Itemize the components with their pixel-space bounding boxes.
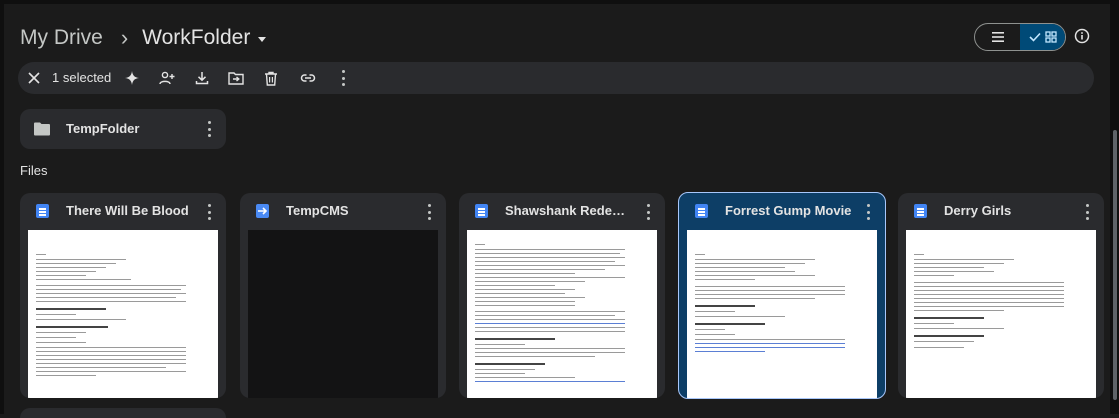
- info-icon: [1074, 28, 1090, 44]
- move-to-folder-icon: [228, 72, 244, 85]
- docs-icon: [36, 204, 49, 218]
- file-card-derry-girls[interactable]: Derry Girls: [898, 193, 1104, 398]
- window-frame-left: [0, 0, 4, 414]
- view-toggle: [974, 23, 1066, 51]
- more-actions-button[interactable]: [341, 70, 345, 86]
- add-person-icon: [159, 71, 175, 85]
- list-icon: [991, 32, 1004, 42]
- scrollbar-thumb[interactable]: [1113, 130, 1117, 400]
- share-button[interactable]: [159, 70, 175, 86]
- folder-name: TempFolder: [66, 121, 140, 136]
- file-more-button[interactable]: [207, 204, 211, 220]
- file-name: Derry Girls: [944, 203, 1012, 218]
- file-more-button[interactable]: [1085, 204, 1089, 220]
- window-frame-top: [0, 0, 1119, 4]
- file-name: TempCMS: [286, 203, 349, 218]
- folder-card[interactable]: TempFolder: [20, 109, 226, 149]
- selection-count: 1 selected: [52, 70, 112, 85]
- caret-down-icon: [258, 37, 267, 42]
- copy-link-button[interactable]: [300, 70, 316, 86]
- docs-icon: [475, 204, 488, 218]
- download-icon: [195, 72, 209, 85]
- selection-toolbar: 1 selected: [18, 62, 1094, 94]
- ask-gemini-button[interactable]: [124, 70, 140, 86]
- folder-icon: [34, 122, 50, 136]
- file-card-shawshank-redemption[interactable]: Shawshank Redemption: [459, 193, 665, 398]
- breadcrumb-separator: ›: [120, 25, 129, 50]
- grid-view-button[interactable]: [1020, 24, 1065, 50]
- delete-button[interactable]: [263, 70, 279, 86]
- file-thumbnail: [28, 230, 218, 398]
- check-icon: [1028, 32, 1041, 42]
- files-section-label: Files: [20, 163, 48, 178]
- file-name: Shawshank Redemption: [505, 203, 635, 218]
- file-name: Forrest Gump Movie: [725, 203, 852, 218]
- sparkle-icon: [125, 71, 139, 85]
- breadcrumb-my-drive[interactable]: My Drive: [20, 26, 103, 50]
- docs-icon: [914, 204, 927, 218]
- file-thumbnail: [906, 230, 1096, 398]
- info-button[interactable]: [1072, 26, 1092, 46]
- docs-icon: [695, 204, 708, 218]
- trash-icon: [265, 71, 277, 86]
- link-icon: [300, 74, 316, 82]
- file-thumbnail: [687, 230, 877, 398]
- arrow-right-icon: [256, 204, 269, 218]
- next-row-card[interactable]: [20, 408, 226, 418]
- breadcrumb: My Drive › WorkFolder: [20, 24, 267, 52]
- file-card-tempcms[interactable]: TempCMS: [240, 193, 446, 398]
- breadcrumb-current-folder[interactable]: WorkFolder: [142, 26, 267, 50]
- file-name: There Will Be Blood: [66, 203, 189, 218]
- file-more-button[interactable]: [866, 204, 870, 220]
- close-icon: [28, 72, 40, 84]
- clear-selection-button[interactable]: [26, 70, 42, 86]
- file-thumbnail: [248, 230, 438, 398]
- file-card-there-will-be-blood[interactable]: There Will Be Blood: [20, 193, 226, 398]
- current-folder-label: WorkFolder: [142, 26, 251, 49]
- file-more-button[interactable]: [646, 204, 650, 220]
- file-more-button[interactable]: [427, 204, 431, 220]
- file-card-forrest-gump-movie[interactable]: Forrest Gump Movie: [678, 192, 886, 399]
- folder-more-button[interactable]: [207, 121, 211, 137]
- download-button[interactable]: [194, 70, 210, 86]
- move-button[interactable]: [228, 70, 244, 86]
- list-view-button[interactable]: [975, 24, 1020, 50]
- grid-icon: [1044, 31, 1057, 43]
- file-thumbnail: [467, 230, 657, 398]
